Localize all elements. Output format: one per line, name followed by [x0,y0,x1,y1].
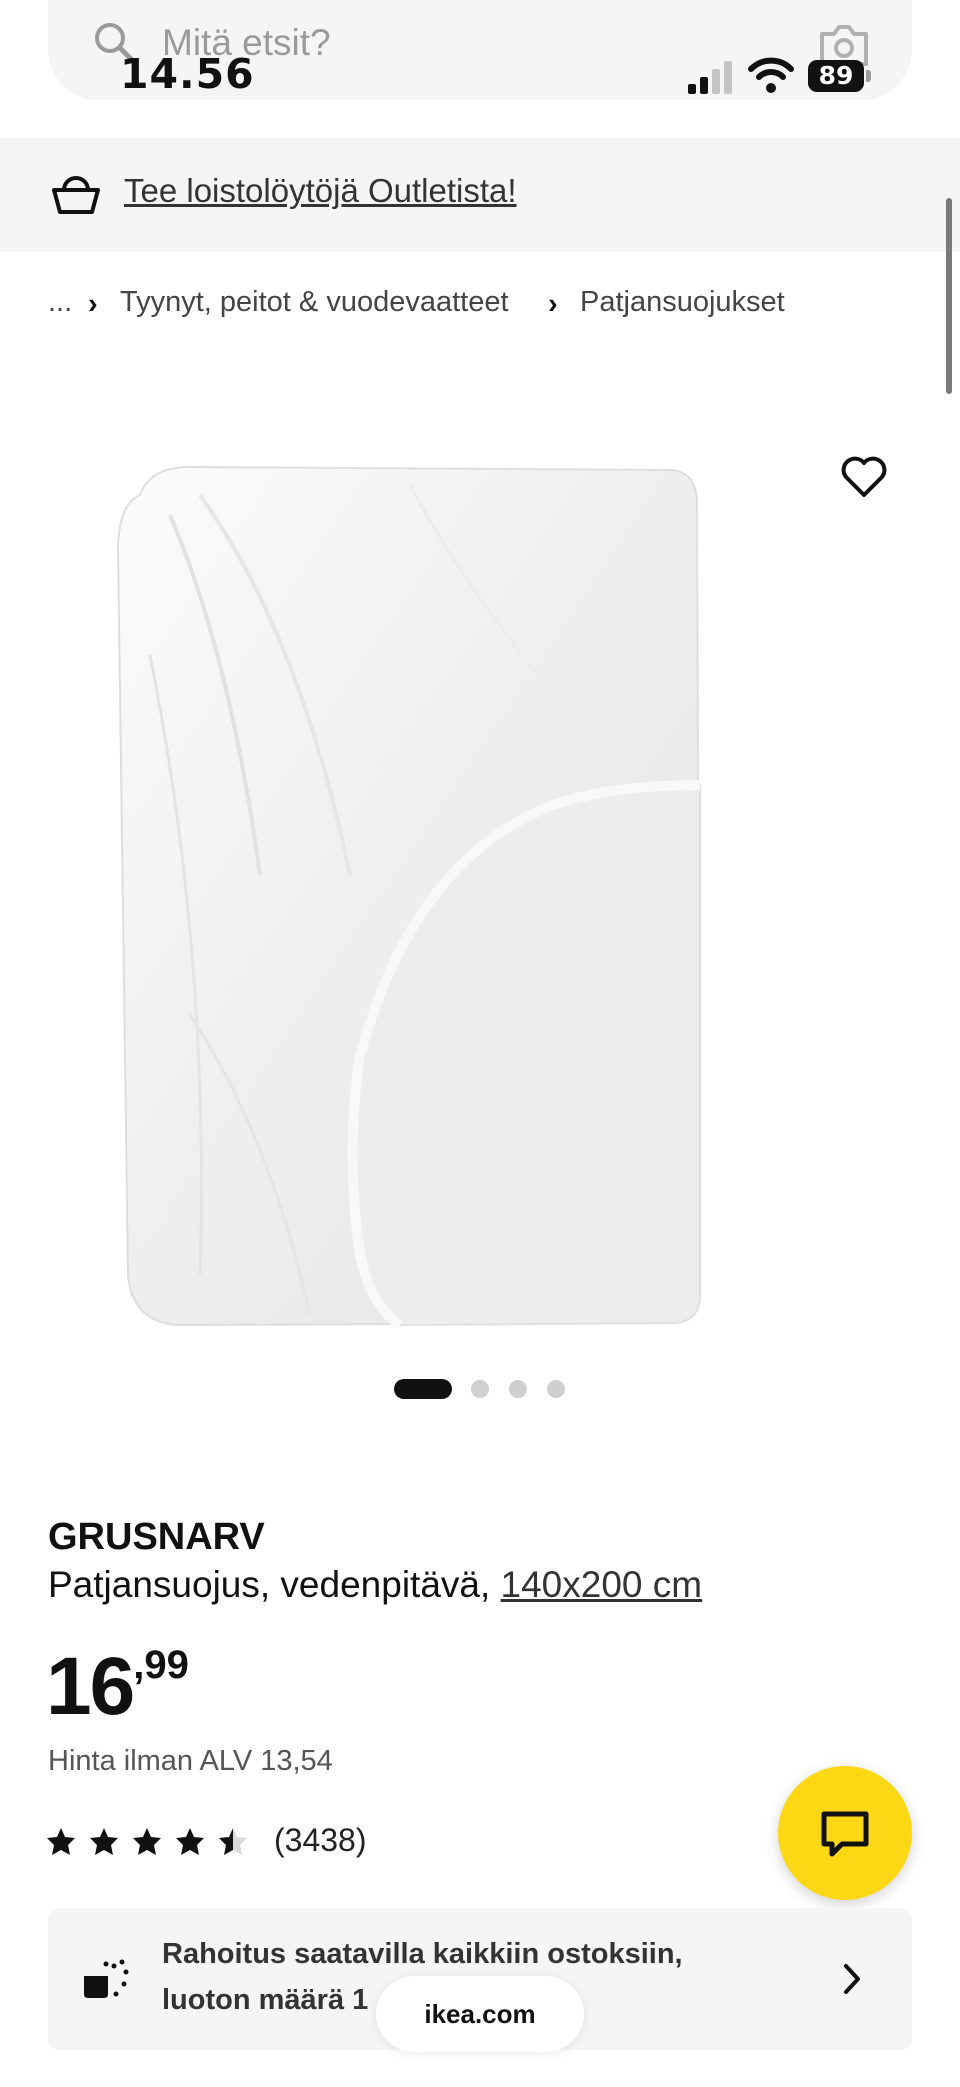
financing-text: luoton määrä 1 [162,1984,369,2016]
carousel-dot[interactable] [471,1380,489,1398]
chevron-right-icon: › [88,288,98,320]
product-image[interactable] [110,455,730,1335]
browser-url-bar[interactable]: ikea.com [376,1976,584,2052]
shopping-basket-icon [52,176,100,214]
carousel-dot-active[interactable] [394,1379,452,1399]
carousel-dot[interactable] [509,1380,527,1398]
breadcrumb-ellipsis[interactable]: ... [48,286,72,319]
breadcrumb-item[interactable]: Tyynyt, peitot & vuodevaatteet [120,286,509,319]
product-description: Patjansuojus, vedenpitävä, 140x200 cm [48,1564,702,1606]
breadcrumb-item[interactable]: Patjansuojukset [580,286,785,319]
product-price: 16,99 [46,1640,189,1734]
product-type: Patjansuojus, vedenpitävä, [48,1564,491,1605]
product-name: GRUSNARV [48,1516,265,1558]
chevron-right-icon: › [548,288,558,320]
chevron-right-icon [844,1964,860,1994]
cellular-signal-icon [688,61,732,94]
rating-stars[interactable] [46,1822,256,1862]
wifi-icon [748,57,794,93]
outlet-link[interactable]: Tee loistolöytöjä Outletista! [124,172,517,210]
product-size-link[interactable]: 140x200 cm [501,1564,703,1605]
carousel-dot[interactable] [547,1380,565,1398]
price-decimals: ,99 [133,1643,189,1687]
favorite-heart-icon[interactable] [840,455,888,499]
financing-text: Rahoitus saatavilla kaikkiin ostoksiin, [162,1938,683,1970]
chat-bubble-icon [821,1811,869,1857]
price-without-vat: Hinta ilman ALV 13,54 [48,1745,333,1777]
review-count[interactable]: (3438) [274,1822,367,1859]
chat-button[interactable] [778,1766,912,1900]
battery-indicator: 89 [808,60,864,92]
price-integer: 16 [46,1641,135,1732]
battery-tip [866,70,871,82]
status-time: 14.56 [120,50,255,98]
scrollbar[interactable] [946,198,952,394]
financing-coins-icon [84,1959,129,1998]
